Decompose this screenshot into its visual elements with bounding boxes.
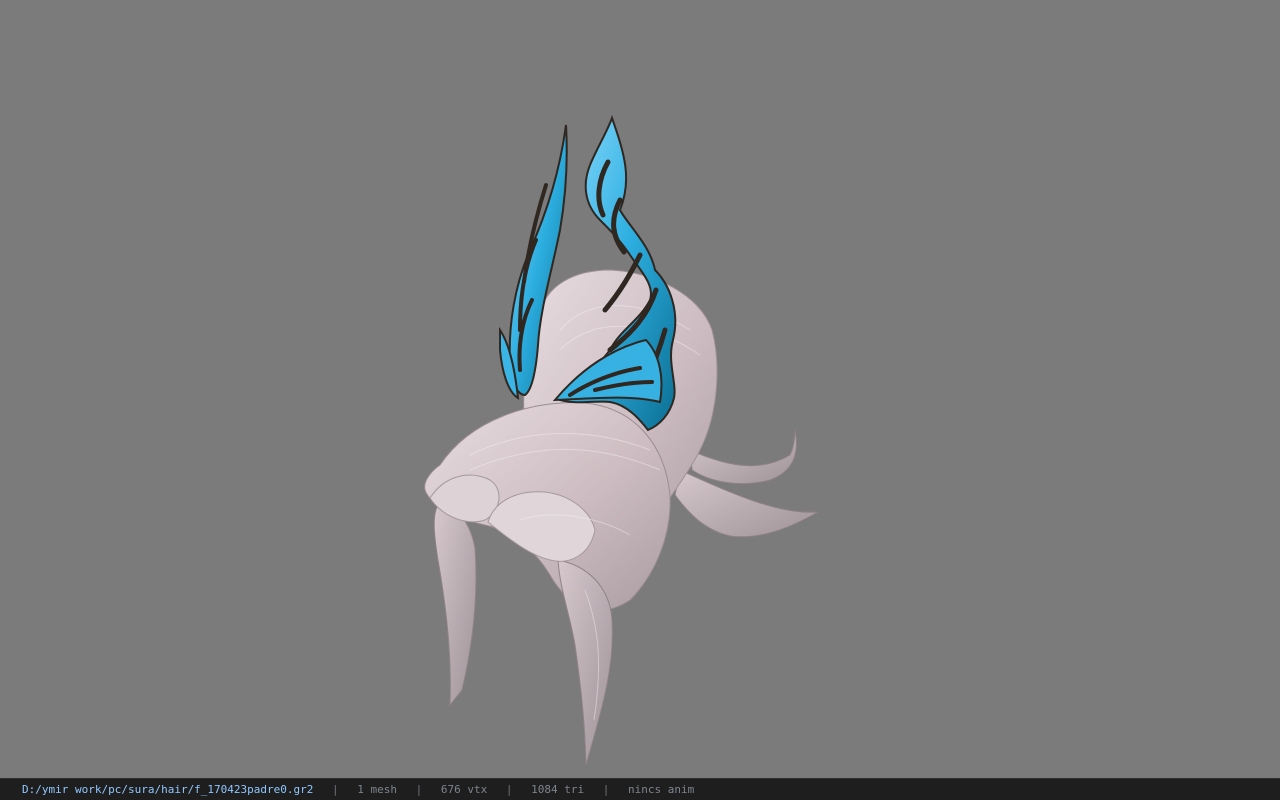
status-separator: |	[332, 783, 339, 796]
model-viewer-window: D:/ymir work/pc/sura/hair/f_170423padre0…	[0, 0, 1280, 800]
3d-viewport[interactable]	[0, 0, 1280, 778]
hair-left-strand	[433, 504, 477, 707]
status-separator: |	[415, 783, 423, 796]
mesh-count-label: 1 mesh	[357, 783, 398, 796]
status-separator: |	[505, 783, 513, 796]
vertex-count-label: 676 vtx	[440, 783, 488, 796]
animation-status-label: nincs anim	[628, 783, 695, 796]
triangle-count-label: 1084 tri	[531, 783, 585, 796]
status-separator: |	[602, 783, 610, 796]
hair-model-render	[424, 115, 819, 766]
hair-rear-curl	[689, 429, 797, 485]
file-path-label: D:/ymir work/pc/sura/hair/f_170423padre0…	[22, 783, 314, 796]
status-bar: D:/ymir work/pc/sura/hair/f_170423padre0…	[0, 778, 1280, 800]
